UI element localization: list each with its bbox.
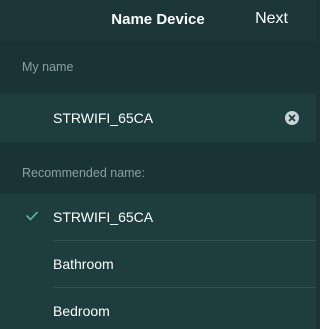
my-name-label: My name (22, 60, 74, 74)
recommended-label: Recommended name: (22, 166, 145, 180)
navigation-bar: Name Device Next (0, 0, 316, 42)
list-item-bedroom[interactable]: Bedroom (0, 288, 316, 329)
recommended-section-header: Recommended name: (0, 142, 316, 194)
clear-circle-icon[interactable] (285, 111, 299, 125)
next-button[interactable]: Next (255, 10, 288, 28)
list-item-bathroom[interactable]: Bathroom (0, 241, 316, 288)
list-item-label: STRWIFI_65CA (53, 209, 154, 225)
list-item-label: Bathroom (53, 256, 114, 272)
recommended-names-list: STRWIFI_65CA Bathroom Bedroom (0, 194, 316, 329)
checkmark-icon (26, 211, 38, 221)
list-item-strwifi-65ca[interactable]: STRWIFI_65CA (0, 194, 316, 241)
list-item-label: Bedroom (53, 303, 110, 319)
name-device-screen: Name Device Next My name Recommended nam… (0, 0, 316, 329)
my-name-section-header: My name (0, 42, 316, 92)
name-field-row (0, 94, 316, 142)
device-name-input[interactable] (53, 94, 273, 142)
